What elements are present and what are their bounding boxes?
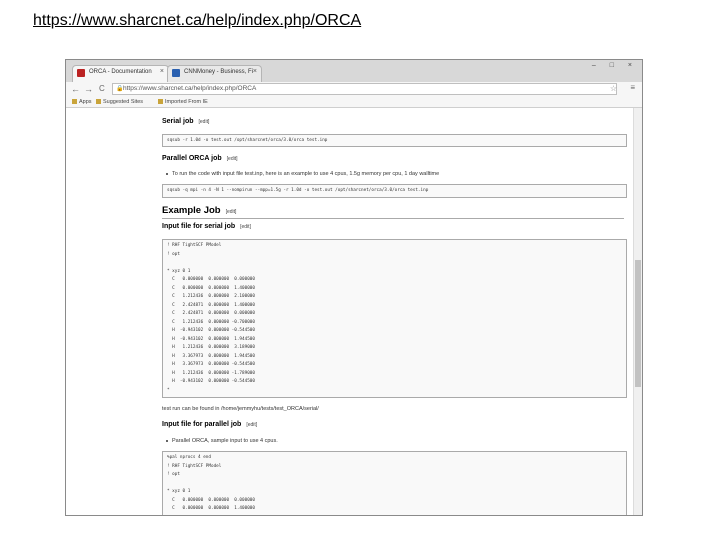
apps-icon <box>72 99 77 105</box>
section-divider <box>162 218 624 219</box>
heading-parallel-orca-job: Parallel ORCA job [edit] <box>162 155 238 162</box>
slide-url-link[interactable]: https://www.sharcnet.ca/help/index.php/O… <box>33 12 361 30</box>
bookmark-imported-from-ie[interactable]: Imported From IE <box>158 99 208 105</box>
back-icon[interactable]: ← <box>71 84 80 94</box>
browser-toolbar: ← → C 🔒 https://www.sharcnet.ca/help/ind… <box>66 82 642 97</box>
code-parallel-input: %pal nprocs 4 end ! RHF TightSCF PModel … <box>162 451 627 515</box>
code-line: C 0.000000 0.000000 0.000000 <box>167 497 255 503</box>
code-line: C 0.000000 0.000000 1.400000 <box>167 506 255 511</box>
tab-strip: ORCA - Documentation × CNNMoney - Busine… <box>66 60 642 82</box>
tab-close-icon[interactable]: × <box>253 68 257 75</box>
code-line: sqsub -r 1.0d -o test.out /opt/sharcnet/… <box>167 138 328 143</box>
edit-link[interactable]: [edit] <box>199 119 210 125</box>
tab-close-icon[interactable]: × <box>160 68 164 75</box>
scrollbar-thumb[interactable] <box>635 260 641 387</box>
bullet-text: To run the code with input file test.inp… <box>172 171 440 177</box>
tab-cnnmoney[interactable]: CNNMoney - Business, Fi × <box>167 65 262 82</box>
code-line: C 1.212436 0.000000 2.100000 <box>167 294 255 299</box>
address-bar[interactable]: 🔒 https://www.sharcnet.ca/help/index.php… <box>112 83 617 95</box>
code-line: H -0.943102 0.000000 -0.544500 <box>167 328 255 333</box>
code-serial-input: ! RHF TightSCF PModel ! opt * xyz 0 1 C … <box>162 239 627 398</box>
code-line: ! opt <box>167 472 180 477</box>
heading-example-job: Example Job [edit] <box>162 205 236 216</box>
bookmark-label: Imported From IE <box>165 99 208 105</box>
code-line: C 2.424871 0.000000 0.000000 <box>167 311 255 316</box>
tab-title: ORCA - Documentation <box>89 69 152 75</box>
test-run-note: test run can be found in /home/jemmyhu/t… <box>162 406 319 412</box>
bookmark-label: Suggested Sites <box>103 99 144 105</box>
bookmark-star-icon[interactable]: ☆ <box>610 84 617 93</box>
page-content: Serial job [edit] sqsub -r 1.0d -o test.o… <box>66 108 634 515</box>
heading-text: Example Job <box>162 205 221 216</box>
code-line: H -0.943102 0.000000 -0.544500 <box>167 379 255 384</box>
code-line: ! RHF TightSCF PModel <box>167 463 222 469</box>
code-line: ! opt <box>167 251 180 257</box>
code-parallel-job: sqsub -q mpi -n 4 -N 1 --nompirun --mpp=… <box>162 184 627 198</box>
code-line: H 1.212436 0.000000 -1.789000 <box>167 370 255 376</box>
bookmark-suggested-sites[interactable]: Suggested Sites <box>96 99 143 105</box>
code-line: ! RHF TightSCF PModel <box>167 243 222 248</box>
edit-link[interactable]: [edit] <box>227 156 238 162</box>
code-line: C 1.212436 0.000000 -0.700000 <box>167 319 255 325</box>
bullet-text: Parallel ORCA, sample input to use 4 cpu… <box>172 438 278 444</box>
edit-link[interactable]: [edit] <box>226 209 237 215</box>
edit-link[interactable]: [edit] <box>240 224 251 230</box>
bullet-dot <box>166 172 168 175</box>
code-line: sqsub -q mpi -n 4 -N 1 --nompirun --mpp=… <box>167 188 429 193</box>
address-text: https://www.sharcnet.ca/help/index.php/O… <box>123 85 257 92</box>
orca-favicon-icon <box>77 69 85 77</box>
tab-title: CNNMoney - Business, Fi <box>184 69 254 75</box>
folder-icon <box>158 99 163 105</box>
menu-icon[interactable]: ≡ <box>630 83 635 92</box>
heading-serial-job: Serial job [edit] <box>162 118 209 125</box>
code-serial-job: sqsub -r 1.0d -o test.out /opt/sharcnet/… <box>162 134 627 147</box>
code-line: * xyz 0 1 <box>167 268 191 274</box>
code-line: * <box>167 387 170 393</box>
heading-text: Input file for serial job <box>162 223 236 230</box>
bookmarks-bar: Apps Suggested Sites Imported From IE <box>66 97 642 108</box>
code-line: C 0.000000 0.000000 1.400000 <box>167 285 255 291</box>
heading-text: Input file for parallel job <box>162 421 242 428</box>
reload-icon[interactable]: C <box>99 84 105 94</box>
code-line: C 2.424871 0.000000 1.400000 <box>167 302 255 308</box>
vertical-scrollbar[interactable] <box>633 108 642 515</box>
code-line: C 0.000000 0.000000 0.000000 <box>167 277 255 282</box>
forward-icon[interactable]: → <box>84 84 93 94</box>
bookmark-apps[interactable]: Apps <box>72 99 92 105</box>
code-line: H 1.212436 0.000000 3.189000 <box>167 345 255 350</box>
browser-window: ORCA - Documentation × CNNMoney - Busine… <box>65 59 643 516</box>
heading-text: Serial job <box>162 118 194 125</box>
code-line: H 3.367973 0.000000 1.944500 <box>167 353 255 359</box>
parallel-input-description: Parallel ORCA, sample input to use 4 cpu… <box>166 438 278 444</box>
heading-text: Parallel ORCA job <box>162 155 222 162</box>
folder-icon <box>96 99 101 105</box>
code-line: H 3.367973 0.000000 -0.544500 <box>167 362 255 367</box>
bullet-dot <box>166 439 168 442</box>
bookmark-label: Apps <box>79 99 92 105</box>
tab-orca-documentation[interactable]: ORCA - Documentation × <box>72 65 169 82</box>
parallel-job-description: To run the code with input file test.inp… <box>166 171 439 177</box>
edit-link[interactable]: [edit] <box>246 422 257 428</box>
code-line: * xyz 0 1 <box>167 489 191 494</box>
lock-icon: 🔒 <box>116 86 124 92</box>
code-line: %pal nprocs 4 end <box>167 455 211 460</box>
window-controls[interactable]: – □ × <box>592 62 638 69</box>
heading-parallel-input: Input file for parallel job [edit] <box>162 421 257 428</box>
code-line: H -0.943102 0.000000 1.944500 <box>167 336 255 342</box>
heading-serial-input: Input file for serial job [edit] <box>162 223 251 230</box>
cnnmoney-favicon-icon <box>172 69 180 77</box>
